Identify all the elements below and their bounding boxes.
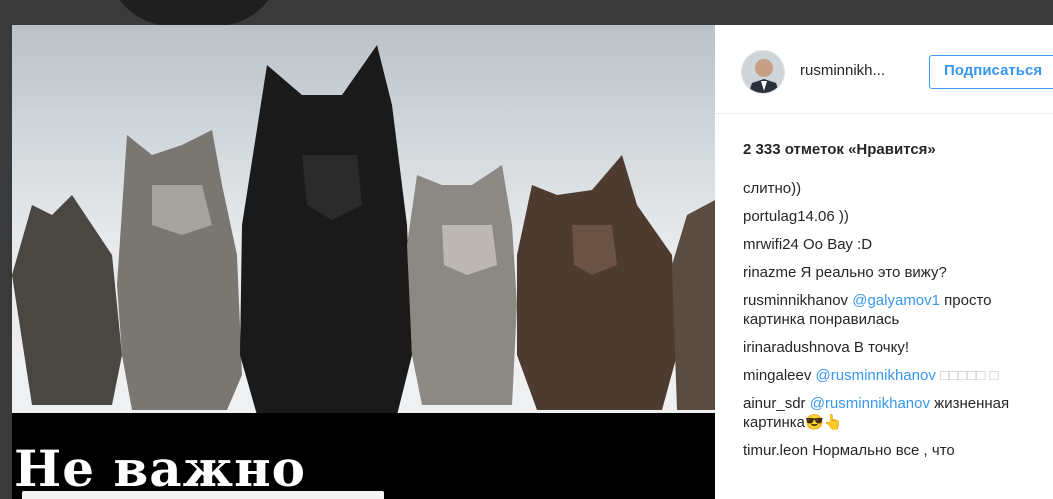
post-image: Не важно — [12, 25, 715, 499]
post-sidebar: rusminnikh... Подписаться 2 333 отметок … — [715, 25, 1053, 499]
comment-item: rinazme Я реально это вижу? — [743, 263, 1048, 282]
username-link[interactable]: rusminnikh... — [800, 62, 885, 79]
comment-mention[interactable]: @rusminnikhanov — [806, 395, 930, 412]
comment-text: Нормально все , что — [808, 442, 955, 459]
comment-item: portulag14.06 )) — [743, 207, 1048, 226]
comment-username[interactable]: mrwifi24 — [743, 236, 799, 253]
comment-item: irinaradushnova В точку! — [743, 338, 1048, 357]
comment-text: □□□□□ □ — [935, 367, 999, 384]
comment-item: слитно)) — [743, 179, 1048, 198]
comment-item: rusminnikhanov @galyamov1 просто картинк… — [743, 291, 1048, 329]
comment-username[interactable]: rusminnikhanov — [743, 292, 848, 309]
likes-count[interactable]: 2 333 отметок «Нравится» — [743, 141, 936, 158]
comment-item: mingaleev @rusminnikhanov □□□□□ □ — [743, 366, 1048, 385]
comment-username[interactable]: mingaleev — [743, 367, 811, 384]
background-profile-avatar — [106, 0, 282, 26]
comments-list: слитно)) portulag14.06 )) mrwifi24 Оо Ва… — [743, 179, 1048, 469]
post-modal: Не важно rusminnikh... Подписаться 2 333… — [12, 25, 1053, 499]
comment-mention[interactable]: @galyamov1 — [848, 292, 940, 309]
comment-username[interactable]: irinaradushnova — [743, 339, 850, 356]
comment-mention[interactable]: @rusminnikhanov — [811, 367, 936, 384]
comment-text: Оо Вау :D — [798, 236, 873, 253]
comment-item: timur.leon Нормально все , что — [743, 441, 1048, 460]
comment-username[interactable]: rinazme — [743, 264, 796, 281]
image-caption-text: Не важно — [14, 439, 307, 498]
caption-strip — [22, 491, 384, 499]
comment-text: Я реально это вижу? — [796, 264, 947, 281]
user-avatar[interactable] — [741, 50, 785, 94]
comment-username[interactable]: portulag14.06 — [743, 208, 835, 225]
comment-username[interactable]: ainur_sdr — [743, 395, 806, 412]
comment-text: В точку! — [849, 339, 910, 356]
comment-text: )) — [834, 208, 849, 225]
comment-username[interactable]: timur.leon — [743, 442, 808, 459]
post-header: rusminnikh... Подписаться — [715, 25, 1053, 114]
comment-text: слитно)) — [743, 180, 802, 197]
comment-item: ainur_sdr @rusminnikhanov жизненная карт… — [743, 394, 1048, 432]
comment-item: mrwifi24 Оо Вау :D — [743, 235, 1048, 254]
follow-button[interactable]: Подписаться — [929, 55, 1053, 89]
